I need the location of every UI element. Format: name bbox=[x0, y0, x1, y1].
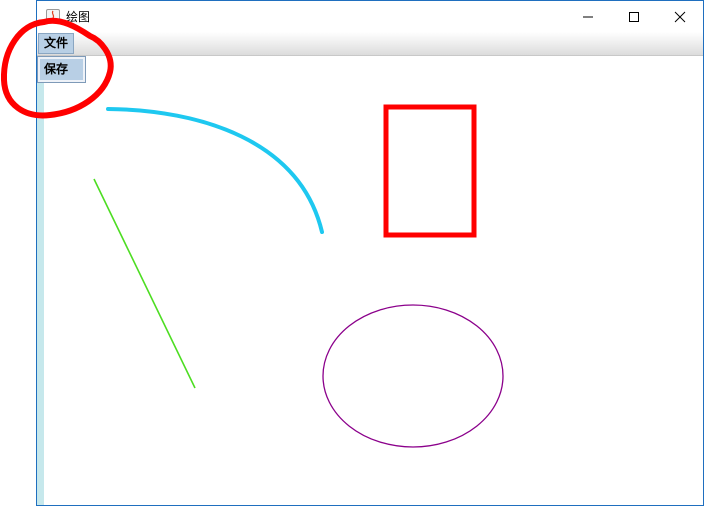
freehand-circle-annotation bbox=[0, 17, 114, 119]
rectangle-shape bbox=[383, 104, 477, 238]
arc-shape bbox=[106, 107, 324, 234]
line-shape bbox=[93, 178, 196, 389]
ellipse-shape bbox=[322, 304, 504, 448]
drawing-layer bbox=[0, 17, 504, 448]
